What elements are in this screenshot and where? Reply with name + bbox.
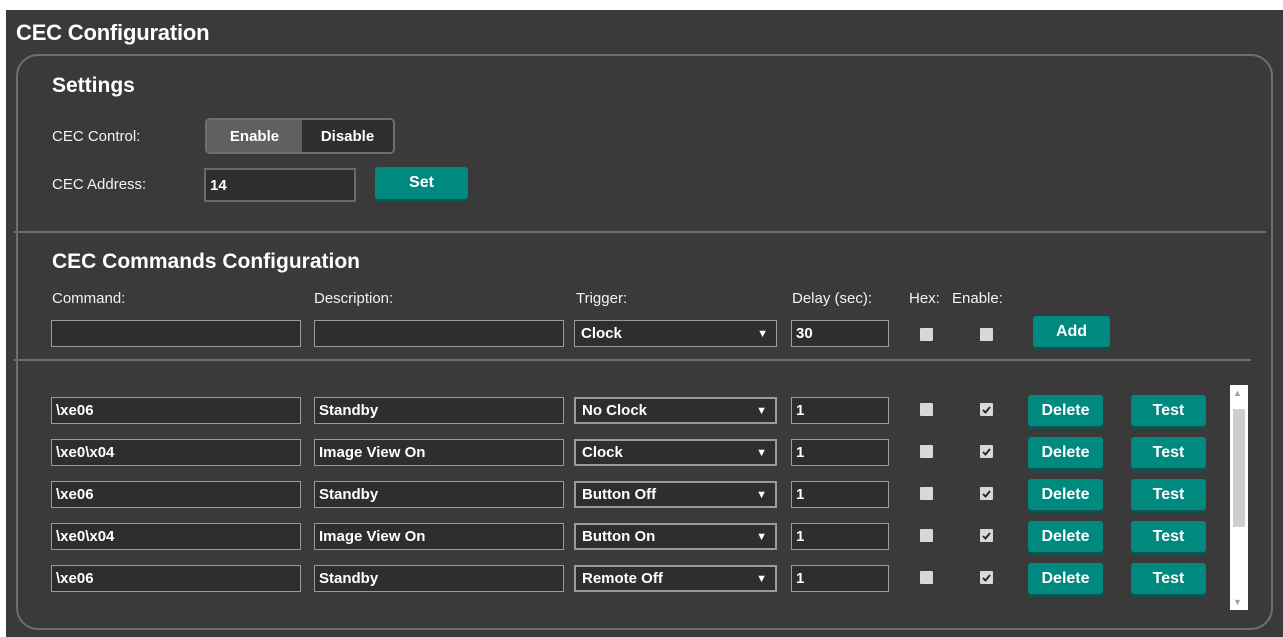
dropdown-arrow-icon: ▼ bbox=[756, 530, 767, 543]
new-command-input[interactable] bbox=[51, 320, 301, 347]
test-button[interactable]: Test bbox=[1131, 521, 1206, 552]
section-divider bbox=[14, 231, 1266, 233]
delay-input[interactable] bbox=[791, 565, 889, 592]
settings-title: Settings bbox=[52, 74, 135, 97]
hex-checkbox[interactable] bbox=[920, 529, 933, 542]
enable-checkbox[interactable] bbox=[980, 571, 993, 584]
description-input[interactable] bbox=[314, 397, 564, 424]
test-button[interactable]: Test bbox=[1131, 479, 1206, 510]
dropdown-arrow-icon: ▼ bbox=[756, 572, 767, 585]
hex-checkbox[interactable] bbox=[920, 487, 933, 500]
delete-button[interactable]: Delete bbox=[1028, 521, 1103, 552]
enable-checkbox[interactable] bbox=[980, 529, 993, 542]
delete-button[interactable]: Delete bbox=[1028, 479, 1103, 510]
trigger-value: Button Off bbox=[582, 486, 657, 503]
header-command: Command: bbox=[52, 290, 126, 307]
trigger-select[interactable]: No Clock ▼ bbox=[574, 397, 777, 424]
description-input[interactable] bbox=[314, 565, 564, 592]
delete-button[interactable]: Delete bbox=[1028, 437, 1103, 468]
cec-control-toggle[interactable]: Enable Disable bbox=[205, 118, 395, 154]
trigger-select[interactable]: Remote Off ▼ bbox=[574, 565, 777, 592]
enable-checkbox[interactable] bbox=[980, 487, 993, 500]
set-button[interactable]: Set bbox=[375, 167, 468, 199]
hex-checkbox[interactable] bbox=[920, 403, 933, 416]
scroll-thumb[interactable] bbox=[1233, 409, 1245, 527]
command-input[interactable] bbox=[51, 481, 301, 508]
dropdown-arrow-icon: ▼ bbox=[757, 327, 768, 340]
command-input[interactable] bbox=[51, 439, 301, 466]
delete-button[interactable]: Delete bbox=[1028, 563, 1103, 594]
table-row: No Clock ▼ Delete Test bbox=[46, 395, 1226, 437]
header-enable: Enable: bbox=[952, 290, 1003, 307]
trigger-value: No Clock bbox=[582, 402, 648, 419]
cec-configuration-page: CEC Configuration Settings CEC Control: … bbox=[6, 10, 1283, 637]
trigger-select[interactable]: Button Off ▼ bbox=[574, 481, 777, 508]
cec-control-label: CEC Control: bbox=[52, 128, 141, 145]
checkmark-icon bbox=[982, 573, 991, 582]
delay-input[interactable] bbox=[791, 439, 889, 466]
enable-button[interactable]: Enable bbox=[207, 120, 302, 152]
test-button[interactable]: Test bbox=[1131, 563, 1206, 594]
trigger-select[interactable]: Clock ▼ bbox=[574, 439, 777, 466]
trigger-value: Button On bbox=[582, 528, 656, 545]
table-row: Clock ▼ Delete Test bbox=[46, 437, 1226, 479]
new-delay-input[interactable] bbox=[791, 320, 889, 347]
cec-address-input[interactable] bbox=[204, 168, 356, 202]
new-description-input[interactable] bbox=[314, 320, 564, 347]
add-button[interactable]: Add bbox=[1033, 316, 1110, 347]
command-input[interactable] bbox=[51, 397, 301, 424]
new-enable-checkbox[interactable] bbox=[980, 328, 993, 341]
delay-input[interactable] bbox=[791, 397, 889, 424]
new-hex-checkbox[interactable] bbox=[920, 328, 933, 341]
delete-button[interactable]: Delete bbox=[1028, 395, 1103, 426]
hex-checkbox[interactable] bbox=[920, 445, 933, 458]
delay-input[interactable] bbox=[791, 481, 889, 508]
checkmark-icon bbox=[982, 531, 991, 540]
hex-checkbox[interactable] bbox=[920, 571, 933, 584]
scroll-down-icon[interactable]: ▼ bbox=[1233, 597, 1242, 607]
list-scrollbar[interactable]: ▲ ▼ bbox=[1230, 385, 1248, 610]
command-input[interactable] bbox=[51, 565, 301, 592]
enable-checkbox[interactable] bbox=[980, 403, 993, 416]
command-input[interactable] bbox=[51, 523, 301, 550]
trigger-value: Remote Off bbox=[582, 570, 663, 587]
description-input[interactable] bbox=[314, 523, 564, 550]
dropdown-arrow-icon: ▼ bbox=[756, 488, 767, 501]
page-title: CEC Configuration bbox=[16, 20, 210, 45]
header-delay: Delay (sec): bbox=[792, 290, 873, 307]
header-hex: Hex: bbox=[909, 290, 940, 307]
table-row: Button On ▼ Delete Test bbox=[46, 521, 1226, 563]
commands-list: No Clock▼DeleteTestClock▼DeleteTestButto… bbox=[46, 382, 1257, 612]
dropdown-arrow-icon: ▼ bbox=[756, 446, 767, 459]
description-input[interactable] bbox=[314, 439, 564, 466]
checkmark-icon bbox=[982, 405, 991, 414]
header-trigger: Trigger: bbox=[576, 290, 628, 307]
scroll-up-icon[interactable]: ▲ bbox=[1233, 388, 1242, 398]
new-trigger-select[interactable]: Clock ▼ bbox=[574, 320, 777, 347]
test-button[interactable]: Test bbox=[1131, 437, 1206, 468]
header-description: Description: bbox=[314, 290, 394, 307]
delay-input[interactable] bbox=[791, 523, 889, 550]
dropdown-arrow-icon: ▼ bbox=[756, 404, 767, 417]
new-trigger-value: Clock bbox=[581, 325, 622, 342]
checkmark-icon bbox=[982, 447, 991, 456]
checkmark-icon bbox=[982, 489, 991, 498]
cec-address-label: CEC Address: bbox=[52, 176, 147, 193]
table-row: Remote Off ▼ Delete Test bbox=[46, 563, 1226, 605]
trigger-value: Clock bbox=[582, 444, 623, 461]
test-button[interactable]: Test bbox=[1131, 395, 1206, 426]
trigger-select[interactable]: Button On ▼ bbox=[574, 523, 777, 550]
commands-title: CEC Commands Configuration bbox=[52, 250, 360, 273]
list-divider bbox=[14, 359, 1251, 361]
description-input[interactable] bbox=[314, 481, 564, 508]
table-row: Button Off ▼ Delete Test bbox=[46, 479, 1226, 521]
enable-checkbox[interactable] bbox=[980, 445, 993, 458]
disable-button[interactable]: Disable bbox=[302, 120, 393, 152]
